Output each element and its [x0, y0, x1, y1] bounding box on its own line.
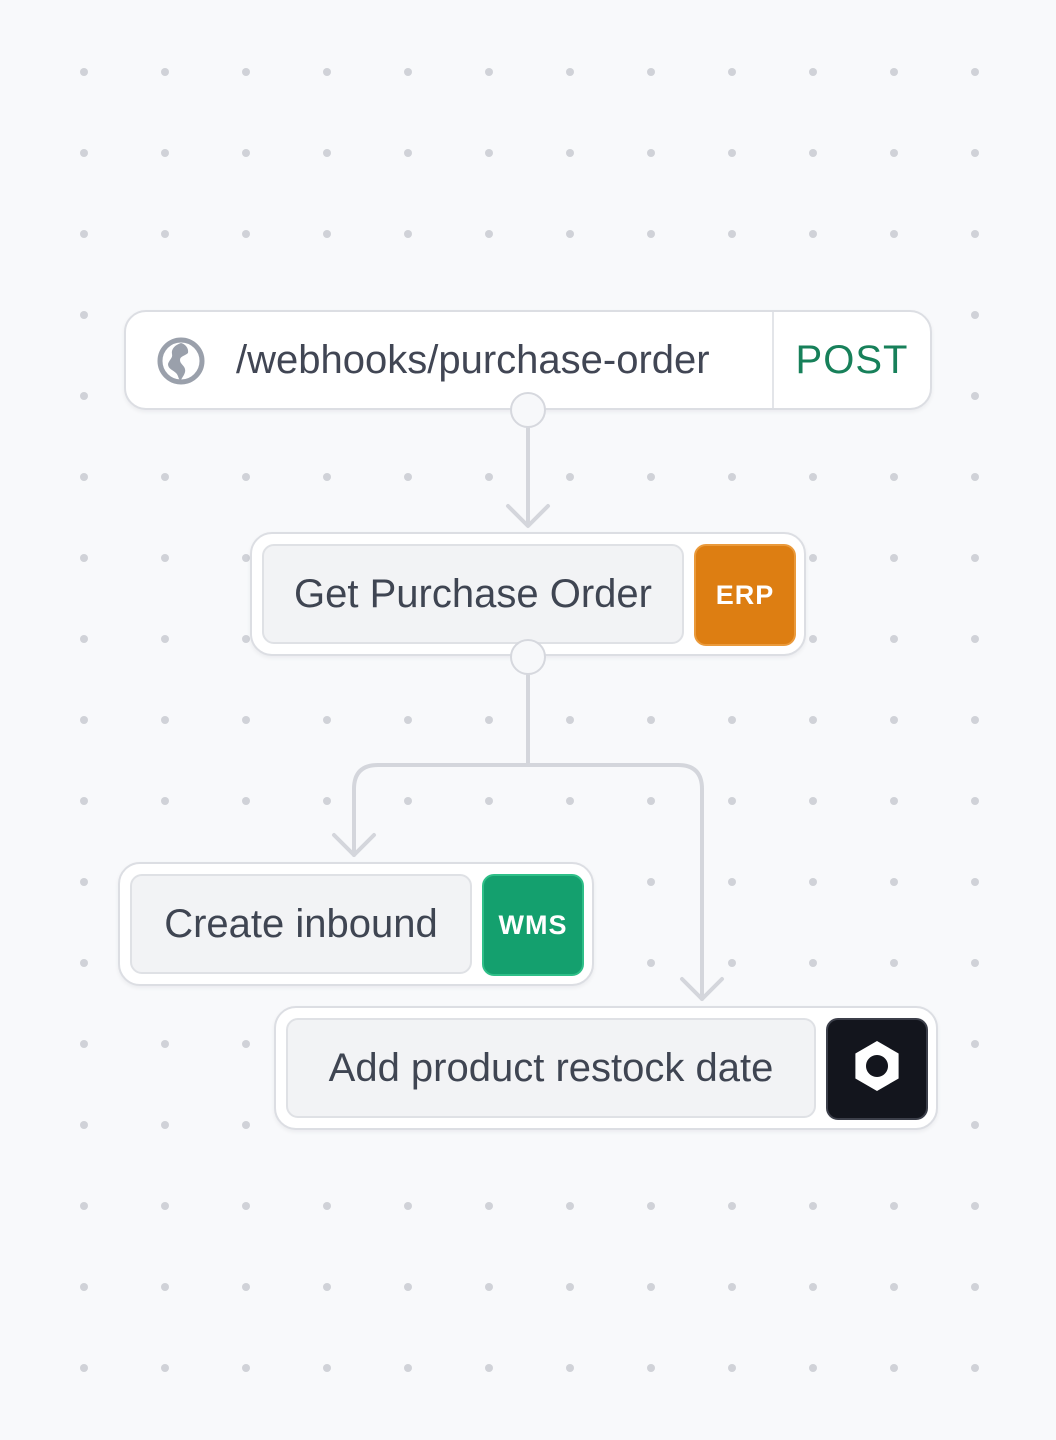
step-create-inbound[interactable]: Create inbound WMS — [118, 862, 594, 986]
step-label: Add product restock date — [286, 1018, 816, 1118]
hexagon-nut-icon — [849, 1038, 905, 1101]
step-get-purchase-order[interactable]: Get Purchase Order ERP — [250, 532, 806, 656]
erp-badge: ERP — [694, 544, 796, 646]
step-label: Get Purchase Order — [262, 544, 684, 644]
step-add-product-restock-date[interactable]: Add product restock date — [274, 1006, 938, 1130]
app-badge — [826, 1018, 928, 1120]
output-port-get-purchase-order[interactable] — [510, 639, 546, 675]
output-port-trigger[interactable] — [510, 392, 546, 428]
webhook-path: /webhooks/purchase-order — [236, 338, 710, 382]
step-label: Create inbound — [130, 874, 472, 974]
http-method-label: POST — [795, 338, 909, 382]
globe-icon — [156, 336, 206, 386]
connector-branch-left — [352, 763, 530, 857]
wms-badge: WMS — [482, 874, 584, 976]
flow-connectors — [332, 426, 724, 1001]
